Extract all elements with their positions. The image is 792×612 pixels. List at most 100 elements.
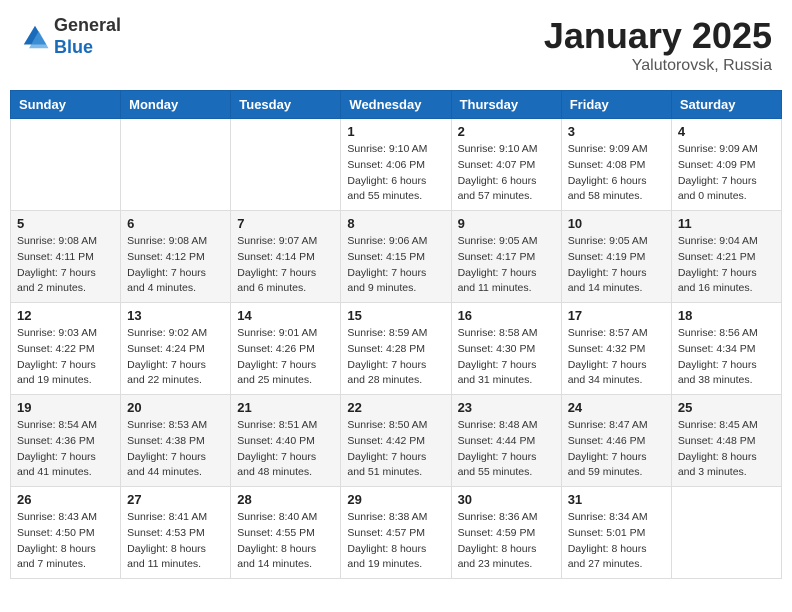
calendar-cell: 16Sunrise: 8:58 AMSunset: 4:30 PMDayligh… — [451, 303, 561, 395]
calendar-cell: 5 Sunrise: 9:08 AMSunset: 4:11 PMDaylight… — [11, 211, 121, 303]
day-number: 28 — [237, 492, 334, 507]
calendar-cell — [11, 119, 121, 211]
calendar-cell: 9 Sunrise: 9:05 AMSunset: 4:17 PMDaylight… — [451, 211, 561, 303]
calendar-week-row: 12Sunrise: 9:03 AMSunset: 4:22 PMDayligh… — [11, 303, 782, 395]
calendar-cell: 13Sunrise: 9:02 AMSunset: 4:24 PMDayligh… — [121, 303, 231, 395]
day-info: Sunrise: 8:34 AMSunset: 5:01 PMDaylight:… — [568, 510, 665, 573]
weekday-header-thursday: Thursday — [451, 91, 561, 119]
logo-blue-text: Blue — [54, 37, 121, 59]
day-number: 5 — [17, 216, 114, 231]
calendar-cell: 11 Sunrise: 9:04 AMSunset: 4:21 PMDayligh… — [671, 211, 781, 303]
day-info: Sunrise: 9:10 AMSunset: 4:07 PMDaylight:… — [458, 142, 555, 205]
calendar-cell: 21 Sunrise: 8:51 AMSunset: 4:40 PMDayligh… — [231, 395, 341, 487]
calendar-cell: 29 Sunrise: 8:38 AMSunset: 4:57 PMDayligh… — [341, 487, 451, 579]
day-number: 11 — [678, 216, 775, 231]
weekday-header-row: SundayMondayTuesdayWednesdayThursdayFrid… — [11, 91, 782, 119]
day-number: 25 — [678, 400, 775, 415]
calendar-table: SundayMondayTuesdayWednesdayThursdayFrid… — [10, 90, 782, 579]
calendar-week-row: 1 Sunrise: 9:10 AMSunset: 4:06 PMDaylight… — [11, 119, 782, 211]
day-info: Sunrise: 8:59 AMSunset: 4:28 PMDaylight:… — [347, 326, 444, 389]
logo: General Blue — [20, 15, 121, 58]
day-info: Sunrise: 9:08 AMSunset: 4:11 PMDaylight:… — [17, 234, 114, 297]
day-number: 23 — [458, 400, 555, 415]
calendar-subtitle: Yalutorovsk, Russia — [544, 57, 772, 75]
day-info: Sunrise: 8:36 AMSunset: 4:59 PMDaylight:… — [458, 510, 555, 573]
day-info: Sunrise: 9:09 AMSunset: 4:09 PMDaylight:… — [678, 142, 775, 205]
day-number: 21 — [237, 400, 334, 415]
calendar-cell: 19Sunrise: 8:54 AMSunset: 4:36 PMDayligh… — [11, 395, 121, 487]
calendar-cell: 17Sunrise: 8:57 AMSunset: 4:32 PMDayligh… — [561, 303, 671, 395]
calendar-cell: 12Sunrise: 9:03 AMSunset: 4:22 PMDayligh… — [11, 303, 121, 395]
calendar-cell: 30 Sunrise: 8:36 AMSunset: 4:59 PMDayligh… — [451, 487, 561, 579]
day-info: Sunrise: 8:54 AMSunset: 4:36 PMDaylight:… — [17, 418, 114, 481]
day-number: 29 — [347, 492, 444, 507]
day-info: Sunrise: 9:10 AMSunset: 4:06 PMDaylight:… — [347, 142, 444, 205]
day-number: 18 — [678, 308, 775, 323]
day-info: Sunrise: 9:07 AMSunset: 4:14 PMDaylight:… — [237, 234, 334, 297]
day-number: 2 — [458, 124, 555, 139]
calendar-cell: 23 Sunrise: 8:48 AMSunset: 4:44 PMDayligh… — [451, 395, 561, 487]
day-info: Sunrise: 8:38 AMSunset: 4:57 PMDaylight:… — [347, 510, 444, 573]
calendar-cell: 20Sunrise: 8:53 AMSunset: 4:38 PMDayligh… — [121, 395, 231, 487]
calendar-cell: 8Sunrise: 9:06 AMSunset: 4:15 PMDaylight… — [341, 211, 451, 303]
weekday-header-tuesday: Tuesday — [231, 91, 341, 119]
day-number: 16 — [458, 308, 555, 323]
weekday-header-sunday: Sunday — [11, 91, 121, 119]
day-number: 4 — [678, 124, 775, 139]
calendar-week-row: 19Sunrise: 8:54 AMSunset: 4:36 PMDayligh… — [11, 395, 782, 487]
calendar-cell — [121, 119, 231, 211]
calendar-cell: 10 Sunrise: 9:05 AMSunset: 4:19 PMDayligh… — [561, 211, 671, 303]
calendar-cell: 24 Sunrise: 8:47 AMSunset: 4:46 PMDayligh… — [561, 395, 671, 487]
day-info: Sunrise: 9:04 AMSunset: 4:21 PMDaylight:… — [678, 234, 775, 297]
day-number: 24 — [568, 400, 665, 415]
calendar-cell: 6Sunrise: 9:08 AMSunset: 4:12 PMDaylight… — [121, 211, 231, 303]
day-info: Sunrise: 9:08 AMSunset: 4:12 PMDaylight:… — [127, 234, 224, 297]
day-number: 7 — [237, 216, 334, 231]
day-info: Sunrise: 8:43 AMSunset: 4:50 PMDaylight:… — [17, 510, 114, 573]
day-info: Sunrise: 9:05 AMSunset: 4:19 PMDaylight:… — [568, 234, 665, 297]
calendar-cell: 22 Sunrise: 8:50 AMSunset: 4:42 PMDayligh… — [341, 395, 451, 487]
day-info: Sunrise: 8:45 AMSunset: 4:48 PMDaylight:… — [678, 418, 775, 481]
calendar-cell: 3Sunrise: 9:09 AMSunset: 4:08 PMDaylight… — [561, 119, 671, 211]
title-block: January 2025 Yalutorovsk, Russia — [544, 15, 772, 75]
day-number: 9 — [458, 216, 555, 231]
day-number: 22 — [347, 400, 444, 415]
logo-icon — [20, 22, 50, 52]
calendar-title: January 2025 — [544, 15, 772, 57]
day-number: 13 — [127, 308, 224, 323]
calendar-week-row: 26Sunrise: 8:43 AMSunset: 4:50 PMDayligh… — [11, 487, 782, 579]
weekday-header-monday: Monday — [121, 91, 231, 119]
day-info: Sunrise: 8:51 AMSunset: 4:40 PMDaylight:… — [237, 418, 334, 481]
day-info: Sunrise: 8:47 AMSunset: 4:46 PMDaylight:… — [568, 418, 665, 481]
calendar-week-row: 5 Sunrise: 9:08 AMSunset: 4:11 PMDaylight… — [11, 211, 782, 303]
calendar-cell: 18 Sunrise: 8:56 AMSunset: 4:34 PMDayligh… — [671, 303, 781, 395]
weekday-header-friday: Friday — [561, 91, 671, 119]
day-info: Sunrise: 9:03 AMSunset: 4:22 PMDaylight:… — [17, 326, 114, 389]
day-info: Sunrise: 8:50 AMSunset: 4:42 PMDaylight:… — [347, 418, 444, 481]
weekday-header-wednesday: Wednesday — [341, 91, 451, 119]
calendar-cell: 31Sunrise: 8:34 AMSunset: 5:01 PMDayligh… — [561, 487, 671, 579]
day-number: 30 — [458, 492, 555, 507]
day-info: Sunrise: 8:57 AMSunset: 4:32 PMDaylight:… — [568, 326, 665, 389]
day-number: 20 — [127, 400, 224, 415]
calendar-cell: 27 Sunrise: 8:41 AMSunset: 4:53 PMDayligh… — [121, 487, 231, 579]
day-info: Sunrise: 8:56 AMSunset: 4:34 PMDaylight:… — [678, 326, 775, 389]
day-info: Sunrise: 8:48 AMSunset: 4:44 PMDaylight:… — [458, 418, 555, 481]
day-info: Sunrise: 9:06 AMSunset: 4:15 PMDaylight:… — [347, 234, 444, 297]
day-number: 27 — [127, 492, 224, 507]
day-info: Sunrise: 8:41 AMSunset: 4:53 PMDaylight:… — [127, 510, 224, 573]
day-info: Sunrise: 9:09 AMSunset: 4:08 PMDaylight:… — [568, 142, 665, 205]
logo-text: General Blue — [54, 15, 121, 58]
weekday-header-saturday: Saturday — [671, 91, 781, 119]
day-number: 10 — [568, 216, 665, 231]
day-number: 1 — [347, 124, 444, 139]
day-info: Sunrise: 9:01 AMSunset: 4:26 PMDaylight:… — [237, 326, 334, 389]
calendar-cell: 2 Sunrise: 9:10 AMSunset: 4:07 PMDaylight… — [451, 119, 561, 211]
calendar-cell: 1 Sunrise: 9:10 AMSunset: 4:06 PMDaylight… — [341, 119, 451, 211]
logo-general-text: General — [54, 15, 121, 37]
day-info: Sunrise: 9:05 AMSunset: 4:17 PMDaylight:… — [458, 234, 555, 297]
calendar-cell — [671, 487, 781, 579]
calendar-cell: 7 Sunrise: 9:07 AMSunset: 4:14 PMDaylight… — [231, 211, 341, 303]
page-header: General Blue January 2025 Yalutorovsk, R… — [10, 10, 782, 80]
calendar-cell — [231, 119, 341, 211]
